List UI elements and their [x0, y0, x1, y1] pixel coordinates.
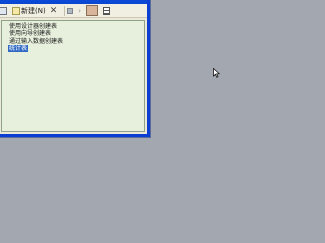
- list-view-icon: [86, 5, 99, 16]
- list-item-datasheet-create[interactable]: 通过输入数据创建表: [8, 38, 144, 45]
- access-database-window: 新建(N) ✕ › 使用设计器创建表 使用向导创建表 通过输入数据创建表 统计表: [0, 0, 150, 137]
- design-view-icon: [0, 6, 7, 15]
- view-menu-button[interactable]: ›: [78, 5, 82, 17]
- new-button-label: 新建(N): [21, 6, 46, 15]
- delete-icon: ✕: [49, 5, 58, 16]
- table-object-list: 使用设计器创建表 使用向导创建表 通过输入数据创建表 统计表: [2, 21, 144, 53]
- toolbar-separator: [64, 5, 66, 16]
- list-item-label: 统计表: [8, 45, 29, 53]
- new-button[interactable]: 新建(N): [12, 5, 46, 17]
- list-item-wizard-create[interactable]: 使用向导创建表: [8, 30, 144, 37]
- details-view-icon: [103, 6, 111, 15]
- list-view-button[interactable]: [86, 5, 99, 17]
- list-item-stat-table[interactable]: 统计表: [8, 45, 144, 53]
- object-list-pane: 使用设计器创建表 使用向导创建表 通过输入数据创建表 统计表: [1, 20, 145, 132]
- database-toolbar: 新建(N) ✕ ›: [0, 4, 147, 18]
- list-item-label: 使用设计器创建表: [9, 23, 58, 30]
- list-item-label: 通过输入数据创建表: [9, 37, 64, 45]
- large-icons-button[interactable]: [67, 5, 74, 17]
- mouse-pointer-icon: [213, 68, 220, 78]
- view-icon: [67, 7, 74, 14]
- chevron-right-icon: ›: [78, 6, 82, 15]
- list-item-label: 使用向导创建表: [9, 30, 52, 38]
- design-button[interactable]: [0, 5, 8, 17]
- details-view-button[interactable]: [103, 5, 111, 17]
- delete-button[interactable]: ✕: [50, 5, 59, 17]
- new-object-icon: [12, 6, 20, 15]
